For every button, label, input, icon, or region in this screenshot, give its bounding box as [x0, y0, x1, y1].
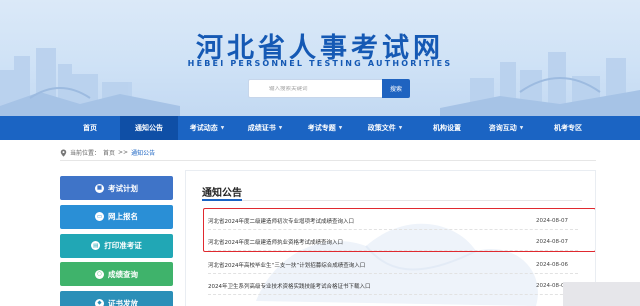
site-subtitle: HEBEI PERSONNEL TESTING AUTHORITIES [187, 59, 453, 68]
chevron-down-icon: ▼ [398, 125, 403, 131]
page: 河北省人事考试网 HEBEI PERSONNEL TESTING AUTHORI… [0, 0, 640, 306]
nav-label: 考试动态 [189, 124, 218, 132]
nav-label: 通知公告 [135, 124, 163, 132]
sidebar-item-label: 成绩查询 [108, 269, 138, 279]
notice-title[interactable]: 河北省2024年高校毕业生“三支一扶”计划招募综合成绩查询入口 [208, 261, 365, 269]
chevron-down-icon: ▼ [519, 125, 524, 131]
panel-title: 通知公告 [202, 188, 242, 199]
chevron-down-icon: ▼ [278, 125, 283, 131]
nav-label: 成绩证书 [247, 124, 276, 132]
breadcrumb-separator: >> [118, 149, 129, 156]
notice-item[interactable]: 河北省2024年高校毕业生“三支一扶”计划招募综合成绩查询入口 2024-08-… [208, 257, 578, 274]
nav-label: 考试专题 [307, 124, 336, 132]
nav-item-exam-topics[interactable]: 考试专题 ▼ [296, 116, 354, 140]
breadcrumb: 当前位置： 首页 >> 通知公告 [60, 148, 155, 157]
sidebar-item-exam-plan[interactable]: ■ 考试计划 [60, 176, 173, 200]
notice-title[interactable]: 2024年卫生系列高级专业技术资格实践技能考试合格证书下载入口 [208, 282, 371, 290]
nav-label: 机构设置 [433, 124, 461, 132]
corner-overlay [563, 282, 640, 306]
nav-item-exam-news[interactable]: 考试动态 ▼ [178, 116, 236, 140]
calendar-icon: ■ [95, 183, 104, 193]
notices-panel: 通知公告 河北省2024年度二级建造师初次专业增项考试成绩查询入口 2024-0… [185, 170, 596, 306]
location-pin-icon [60, 149, 67, 157]
monitor-icon: ▭ [95, 212, 104, 222]
sidebar-item-online-registration[interactable]: ▭ 网上报名 [60, 204, 173, 229]
sidebar-item-label: 网上报名 [108, 212, 138, 222]
icon-glyph: ▭ [96, 213, 103, 220]
header-banner: 河北省人事考试网 HEBEI PERSONNEL TESTING AUTHORI… [0, 0, 640, 116]
breadcrumb-prefix: 当前位置： [70, 150, 101, 157]
nav-item-computer-exam[interactable]: 机考专区 [538, 116, 598, 140]
sidebar-item-certificate-issue[interactable]: ◆ 证书发放 [60, 291, 173, 306]
nav-label: 政策文件 [367, 124, 396, 132]
search-button[interactable]: 搜索 [382, 79, 410, 98]
nav-item-home[interactable]: 首页 [60, 116, 120, 140]
printer-icon: ▤ [91, 241, 101, 251]
nav-item-notices[interactable]: 通知公告 [120, 116, 178, 140]
search-icon: ○ [95, 269, 104, 279]
sidebar-item-label: 证书发放 [108, 298, 138, 306]
nav-label: 机考专区 [554, 124, 582, 132]
icon-glyph: ◆ [97, 300, 102, 306]
breadcrumb-home-link[interactable]: 首页 [103, 148, 115, 157]
breadcrumb-current: 通知公告 [131, 150, 156, 157]
chevron-down-icon: ▼ [220, 125, 225, 131]
nav-item-scores-certificates[interactable]: 成绩证书 ▼ [236, 116, 294, 140]
chevron-down-icon: ▼ [338, 125, 343, 131]
sidebar-item-print-admission[interactable]: ▤ 打印准考证 [60, 233, 173, 258]
title-divider [202, 200, 582, 201]
sidebar-item-label: 考试计划 [108, 183, 138, 193]
breadcrumb-divider [60, 160, 596, 161]
highlight-annotation-box [203, 208, 595, 252]
certificate-icon: ◆ [95, 298, 104, 306]
sidebar-item-label: 打印准考证 [104, 241, 142, 251]
main-nav: 首页 通知公告 考试动态 ▼ 成绩证书 ▼ 考试专题 ▼ 政策文件 ▼ 机构设置 咨询互… [0, 116, 640, 140]
nav-item-consultation[interactable]: 咨询互动 ▼ [476, 116, 536, 140]
notice-item[interactable]: 2024年卫生系列高级专业技术资格实践技能考试合格证书下载入口 2024-08-… [208, 278, 578, 295]
icon-glyph: ▤ [93, 242, 99, 249]
title-underline [202, 199, 242, 201]
search-input[interactable] [269, 85, 399, 92]
notice-date: 2024-08-06 [536, 262, 568, 268]
nav-item-organization[interactable]: 机构设置 [418, 116, 476, 140]
nav-label: 咨询互动 [488, 124, 517, 132]
icon-glyph: ○ [97, 271, 102, 278]
icon-glyph: ■ [96, 185, 103, 191]
sidebar: ■ 考试计划 ▭ 网上报名 ▤ 打印准考证 ○ 成绩查询 ◆ 证书发放 [60, 176, 173, 306]
nav-label: 首页 [83, 124, 97, 132]
sidebar-item-score-query[interactable]: ○ 成绩查询 [60, 262, 173, 287]
nav-item-policy-docs[interactable]: 政策文件 ▼ [356, 116, 414, 140]
